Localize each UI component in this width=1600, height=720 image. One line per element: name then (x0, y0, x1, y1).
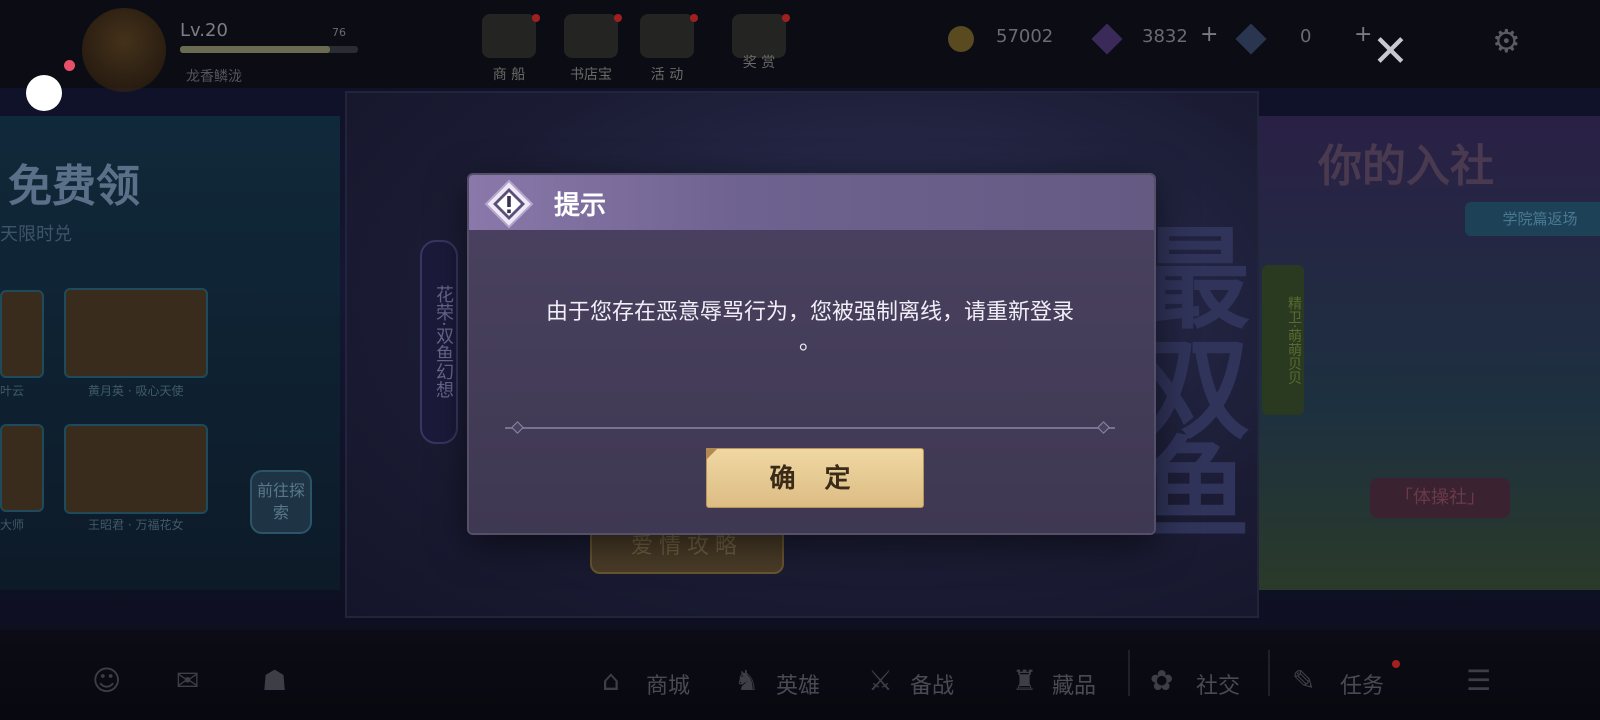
avatar[interactable] (82, 8, 166, 92)
top-label-bookshop: 书店宝 (570, 67, 612, 83)
dialog-message: 由于您存在恶意辱骂行为，您被强制离线，请重新登录 。 (520, 298, 1100, 358)
dialog-message-line-2: 。 (798, 330, 821, 355)
nav-shop[interactable]: 商城 (646, 668, 690, 700)
mail-icon[interactable]: ✉ (176, 664, 199, 697)
limited-exchange-subtitle: 天限时兑 (0, 224, 72, 245)
hero-card[interactable] (0, 424, 44, 512)
record-indicator-dot (64, 60, 75, 71)
gear-icon[interactable]: ⚙ (1492, 22, 1521, 60)
hero-card-label: 王昭君 · 万福花女 (88, 518, 184, 532)
record-icon[interactable] (26, 75, 62, 111)
shop-ship-icon[interactable] (482, 14, 536, 58)
dialog-message-line-1: 由于您存在恶意辱骂行为，您被强制离线，请重新登录 (545, 300, 1074, 325)
team-icon[interactable]: ☗ (262, 664, 287, 697)
notification-dot (614, 14, 622, 22)
hero-card-label: 叶云 (0, 384, 25, 398)
hero-card[interactable] (0, 290, 44, 378)
menu-icon[interactable]: ☰ (1466, 664, 1491, 697)
friends-icon[interactable]: ☺ (92, 664, 121, 697)
player-name: 龙香鳞泷 (186, 69, 242, 85)
battle-icon[interactable]: ⚔ (868, 664, 893, 697)
crystal-count: 0 (1300, 26, 1312, 47)
close-icon[interactable]: ✕ (1372, 30, 1409, 74)
shop-icon[interactable]: ⌂ (602, 664, 620, 697)
social-icon[interactable]: ✿ (1150, 664, 1173, 697)
free-claim-title: 免费领 (8, 161, 140, 212)
button-corner-accent (706, 448, 718, 460)
go-explore-button[interactable]: 前往探索 (250, 470, 312, 534)
coin-icon (948, 26, 974, 52)
player-level: Lv.20 (180, 20, 228, 41)
hero-icon[interactable]: ♞ (734, 664, 759, 697)
dialog-title: 提示 (554, 191, 607, 221)
right-side-tag: 精卫·萌萌贝贝 (1262, 265, 1304, 415)
top-label-events: 活 动 (650, 67, 684, 83)
notification-dot (1392, 660, 1400, 668)
confirm-button[interactable]: 确 定 (706, 448, 924, 508)
hero-card[interactable] (64, 424, 208, 514)
banner-big-char: 鱼 (1140, 426, 1250, 554)
xp-bar-fill (180, 46, 330, 53)
right-promo-title: 你的入社 (1318, 141, 1494, 192)
nav-divider (1268, 650, 1270, 696)
hero-card-label: 黄月英 · 吸心天使 (88, 384, 184, 398)
task-icon[interactable]: ✎ (1292, 664, 1315, 697)
notification-dot (690, 14, 698, 22)
add-diamond-icon[interactable]: + (1200, 22, 1218, 47)
notification-dot (532, 14, 540, 22)
hero-card[interactable] (64, 288, 208, 378)
diamond-count: 3832 (1142, 26, 1188, 47)
events-icon[interactable] (640, 14, 694, 58)
top-label-shop: 商 船 (492, 67, 526, 83)
top-label-prize: 奖 赏 (742, 55, 776, 71)
collection-icon[interactable]: ♜ (1012, 664, 1037, 697)
nav-collection[interactable]: 藏品 (1052, 668, 1096, 700)
xp-text: 76 (332, 26, 346, 39)
coin-count: 57002 (996, 26, 1054, 47)
notification-dot (782, 14, 790, 22)
nav-divider (1128, 650, 1130, 696)
club-tag: 「体操社」 (1370, 478, 1510, 518)
skin-name-banner: 花荣·双鱼幻想 (420, 240, 458, 444)
right-promo-banner: 学院篇返场 (1465, 202, 1600, 236)
nav-battle[interactable]: 备战 (910, 668, 954, 700)
dialog-divider (505, 427, 1115, 429)
bookshop-icon[interactable] (564, 14, 618, 58)
warning-icon (484, 179, 534, 229)
nav-task[interactable]: 任务 (1340, 668, 1384, 700)
nav-hero[interactable]: 英雄 (776, 668, 820, 700)
nav-social[interactable]: 社交 (1196, 668, 1240, 700)
hero-card-label: 大师 (0, 518, 25, 532)
add-crystal-icon[interactable]: + (1354, 22, 1372, 47)
